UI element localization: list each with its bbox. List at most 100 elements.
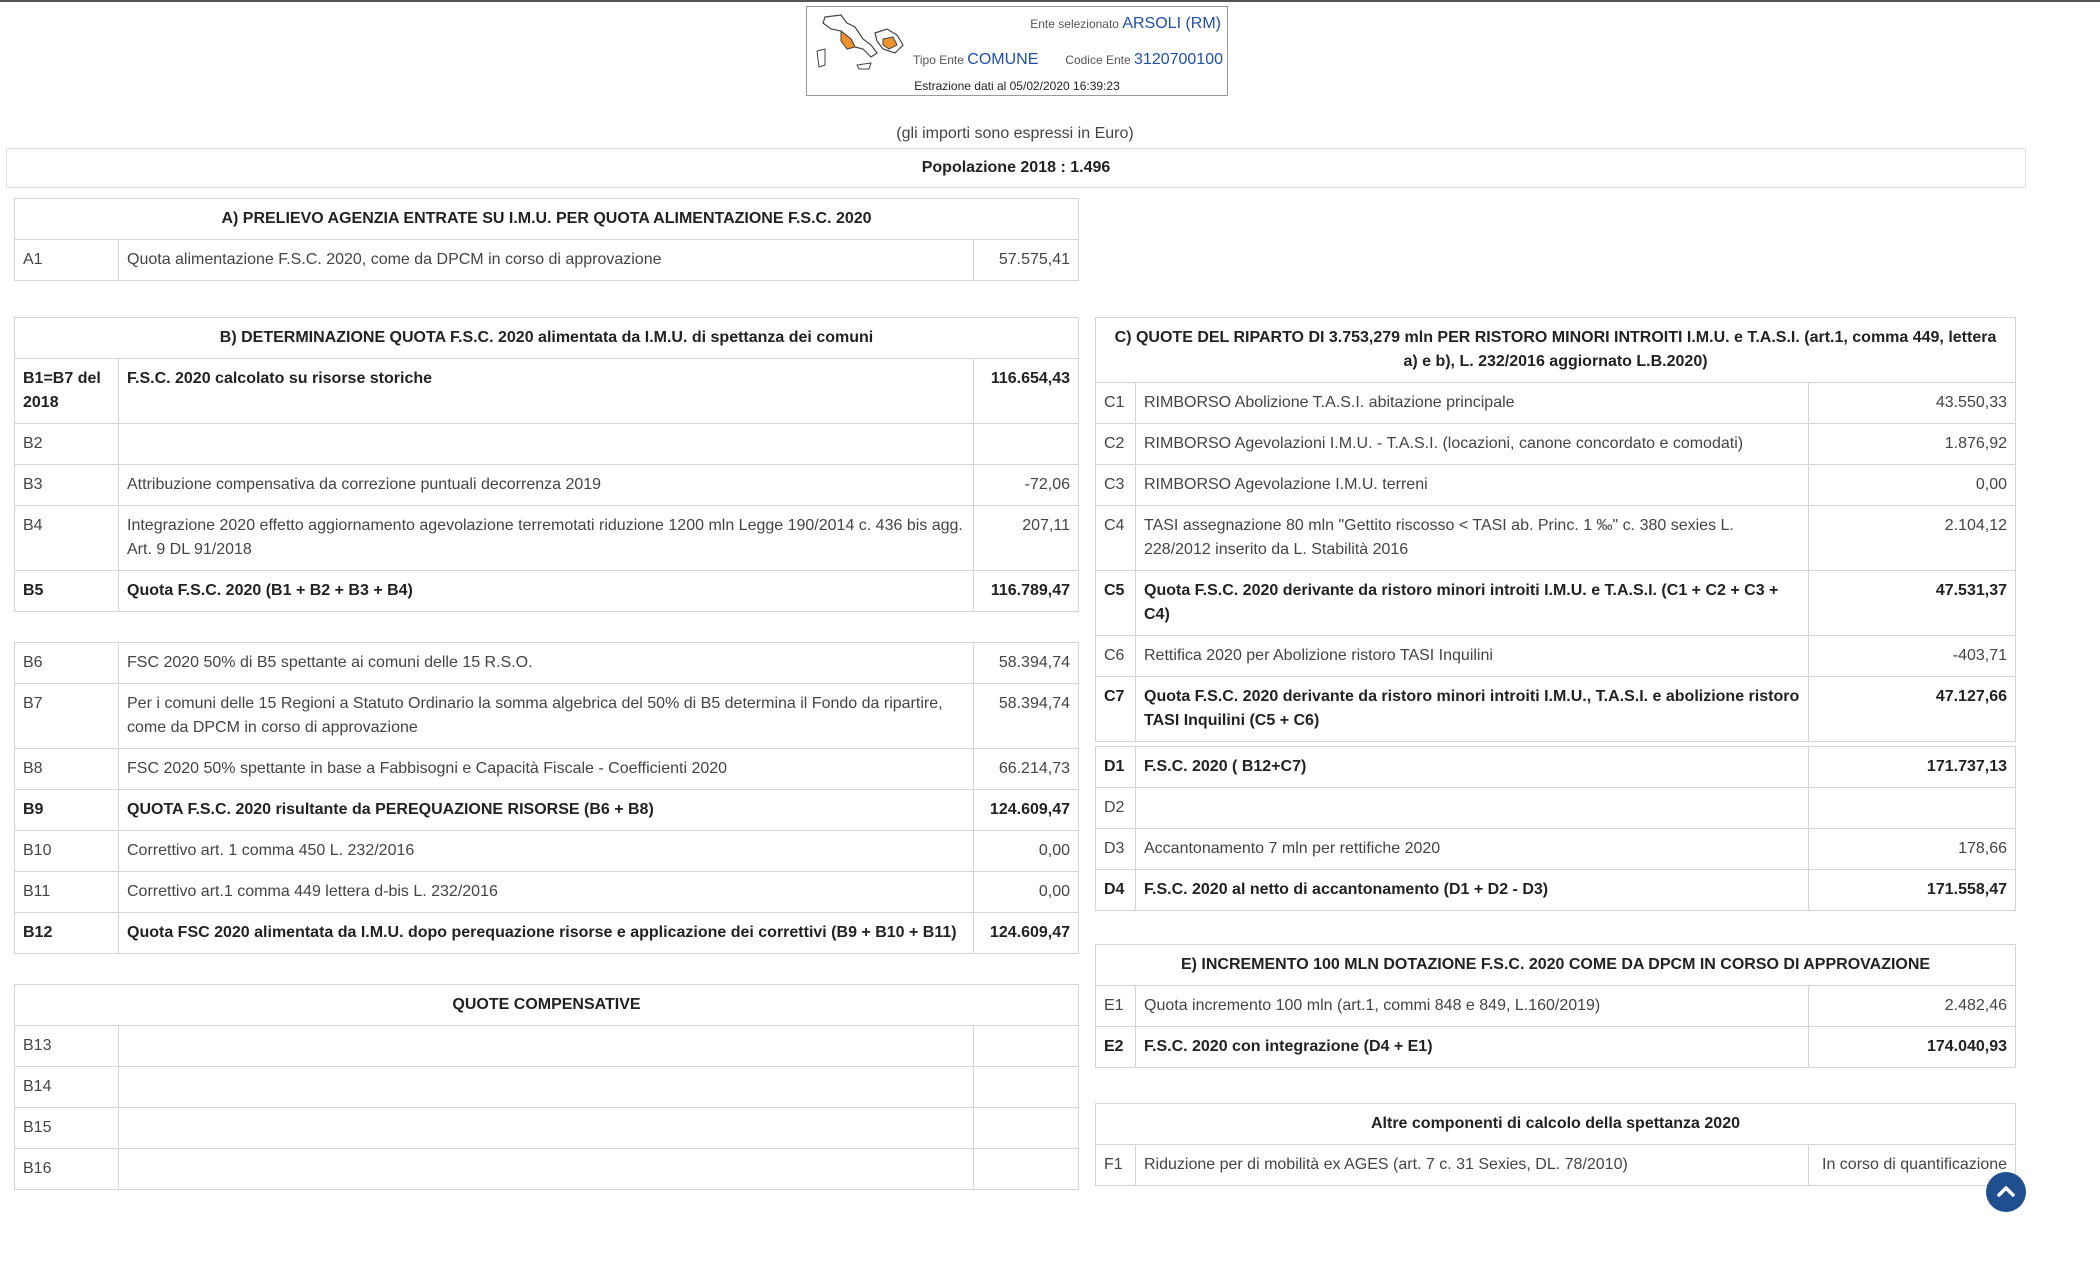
row-desc: Quota incremento 100 mln (art.1, commi 8…: [1135, 985, 1809, 1027]
codice-ente: Codice Ente 3120700100: [1065, 51, 1223, 69]
table-row: D1 F.S.C. 2020 ( B12+C7) 171.737,13: [1095, 746, 2016, 788]
row-value: In corso di quantificazione: [1807, 1144, 2017, 1186]
table-section-d: D1 F.S.C. 2020 ( B12+C7) 171.737,13 D2 D…: [1095, 746, 2016, 911]
table-row: B10 Correttivo art. 1 comma 450 L. 232/2…: [14, 830, 1079, 872]
row-value: [972, 1148, 1080, 1190]
row-desc: Riduzione per di mobilità ex AGES (art. …: [1135, 1144, 1809, 1186]
population-bar: Popolazione 2018 : 1.496: [6, 148, 2026, 188]
row-code: C5: [1095, 570, 1136, 636]
row-value: 2.104,12: [1808, 505, 2016, 571]
currency-note: (gli importi sono espressi in Euro): [896, 125, 1134, 142]
table-row: C6 Rettifica 2020 per Abolizione ristoro…: [1095, 635, 2016, 677]
ente-label: Ente selezionato: [1030, 17, 1119, 31]
row-code: C4: [1095, 505, 1136, 571]
chevron-up-icon: [1997, 1186, 2015, 1197]
row-code: B13: [14, 1025, 119, 1067]
row-desc: RIMBORSO Agevolazioni I.M.U. - T.A.S.I. …: [1135, 423, 1809, 465]
row-value: 57.575,41: [972, 239, 1080, 281]
row-code: B12: [14, 912, 119, 954]
table-row: F1 Riduzione per di mobilità ex AGES (ar…: [1095, 1144, 2017, 1186]
scroll-to-top-button[interactable]: [1986, 1172, 2026, 1212]
section-f-title: Altre componenti di calcolo della spetta…: [1094, 1103, 2017, 1145]
row-value: 0,00: [973, 830, 1079, 872]
table-row: B9 QUOTA F.S.C. 2020 risultante da PEREQ…: [14, 789, 1079, 831]
row-desc: Accantonamento 7 mln per rettifiche 2020: [1135, 828, 1809, 870]
row-value: [972, 423, 1080, 465]
row-desc: RIMBORSO Abolizione T.A.S.I. abitazione …: [1135, 382, 1809, 424]
row-desc: QUOTA F.S.C. 2020 risultante da PEREQUAZ…: [118, 789, 974, 831]
row-code: A1: [14, 239, 119, 281]
row-value: [972, 1066, 1080, 1108]
row-desc: Rettifica 2020 per Abolizione ristoro TA…: [1135, 635, 1809, 677]
table-section-e: E) INCREMENTO 100 MLN DOTAZIONE F.S.C. 2…: [1094, 944, 2017, 1068]
row-desc: Quota F.S.C. 2020 derivante da ristoro m…: [1135, 676, 1809, 742]
table-row: B13: [14, 1025, 1080, 1067]
row-code: B1=B7 del 2018: [14, 358, 119, 424]
row-desc: [118, 1025, 974, 1067]
row-value: 116.654,43: [972, 358, 1080, 424]
tipo-ente: Tipo Ente COMUNE: [913, 51, 1038, 69]
row-value: 171.737,13: [1808, 746, 2016, 788]
table-section-b-continued: B6 FSC 2020 50% di B5 spettante ai comun…: [14, 642, 1079, 954]
row-value: 178,66: [1808, 828, 2016, 870]
table-row: B16: [14, 1148, 1080, 1190]
row-code: B16: [14, 1148, 119, 1190]
row-value: 0,00: [1808, 464, 2016, 506]
row-code: D4: [1095, 869, 1136, 911]
table-row: D3 Accantonamento 7 mln per rettifiche 2…: [1095, 828, 2016, 870]
row-desc: F.S.C. 2020 calcolato su risorse storich…: [118, 358, 974, 424]
row-code: C2: [1095, 423, 1136, 465]
row-code: B9: [14, 789, 119, 831]
ente-header: Ente selezionato ARSOLI (RM) Tipo Ente C…: [806, 6, 1228, 96]
row-desc: Quota alimentazione F.S.C. 2020, come da…: [118, 239, 974, 281]
table-row: B5 Quota F.S.C. 2020 (B1 + B2 + B3 + B4)…: [14, 570, 1080, 612]
top-border: [0, 0, 2100, 2]
table-quote-compensative: QUOTE COMPENSATIVE B13 B14 B15 B16: [13, 984, 1080, 1190]
table-row: C2 RIMBORSO Agevolazioni I.M.U. - T.A.S.…: [1095, 423, 2016, 465]
table-row: B3 Attribuzione compensativa da correzio…: [14, 464, 1080, 506]
row-desc: RIMBORSO Agevolazione I.M.U. terreni: [1135, 464, 1809, 506]
row-desc: F.S.C. 2020 ( B12+C7): [1135, 746, 1809, 788]
table-row: C4 TASI assegnazione 80 mln "Gettito ris…: [1095, 505, 2016, 571]
row-code: B3: [14, 464, 119, 506]
row-desc: [118, 1066, 974, 1108]
estrazione-date: Estrazione dati al 05/02/2020 16:39:23: [914, 79, 1120, 93]
row-code: D2: [1095, 787, 1136, 829]
section-b-title: B) DETERMINAZIONE QUOTA F.S.C. 2020 alim…: [13, 317, 1080, 359]
row-value: [972, 1107, 1080, 1149]
table-row: E2 F.S.C. 2020 con integrazione (D4 + E1…: [1095, 1026, 2017, 1068]
table-row: B11 Correttivo art.1 comma 449 lettera d…: [14, 871, 1079, 913]
row-desc: TASI assegnazione 80 mln "Gettito riscos…: [1135, 505, 1809, 571]
table-row: C1 RIMBORSO Abolizione T.A.S.I. abitazio…: [1095, 382, 2016, 424]
row-value: 58.394,74: [973, 642, 1079, 684]
row-code: B2: [14, 423, 119, 465]
row-desc: [1135, 787, 1809, 829]
tipo-value: COMUNE: [967, 51, 1039, 68]
row-code: C1: [1095, 382, 1136, 424]
row-desc: F.S.C. 2020 al netto di accantonamento (…: [1135, 869, 1809, 911]
row-code: C6: [1095, 635, 1136, 677]
row-value: 47.127,66: [1808, 676, 2016, 742]
tipo-label: Tipo Ente: [913, 53, 964, 67]
row-code: E1: [1095, 985, 1136, 1027]
table-row: E1 Quota incremento 100 mln (art.1, comm…: [1095, 985, 2017, 1027]
row-desc: Quota F.S.C. 2020 derivante da ristoro m…: [1135, 570, 1809, 636]
section-c-title: C) QUOTE DEL RIPARTO DI 3.753,279 mln PE…: [1095, 317, 2016, 383]
table-row: C5 Quota F.S.C. 2020 derivante da ristor…: [1095, 570, 2016, 636]
row-code: B4: [14, 505, 119, 571]
row-desc: [118, 423, 974, 465]
row-code: B7: [14, 683, 119, 749]
ente-value: ARSOLI (RM): [1122, 15, 1221, 32]
row-code: B10: [14, 830, 119, 872]
row-desc: F.S.C. 2020 con integrazione (D4 + E1): [1135, 1026, 1809, 1068]
codice-label: Codice Ente: [1065, 53, 1131, 67]
italy-map-icon: [816, 14, 904, 70]
quote-compensative-title: QUOTE COMPENSATIVE: [13, 984, 1080, 1026]
row-value: 116.789,47: [972, 570, 1080, 612]
row-code: B5: [14, 570, 119, 612]
table-row: D4 F.S.C. 2020 al netto di accantonament…: [1095, 869, 2016, 911]
row-desc: Quota F.S.C. 2020 (B1 + B2 + B3 + B4): [118, 570, 974, 612]
table-section-f: Altre componenti di calcolo della spetta…: [1094, 1103, 2017, 1186]
row-value: 1.876,92: [1808, 423, 2016, 465]
table-row: C3 RIMBORSO Agevolazione I.M.U. terreni …: [1095, 464, 2016, 506]
